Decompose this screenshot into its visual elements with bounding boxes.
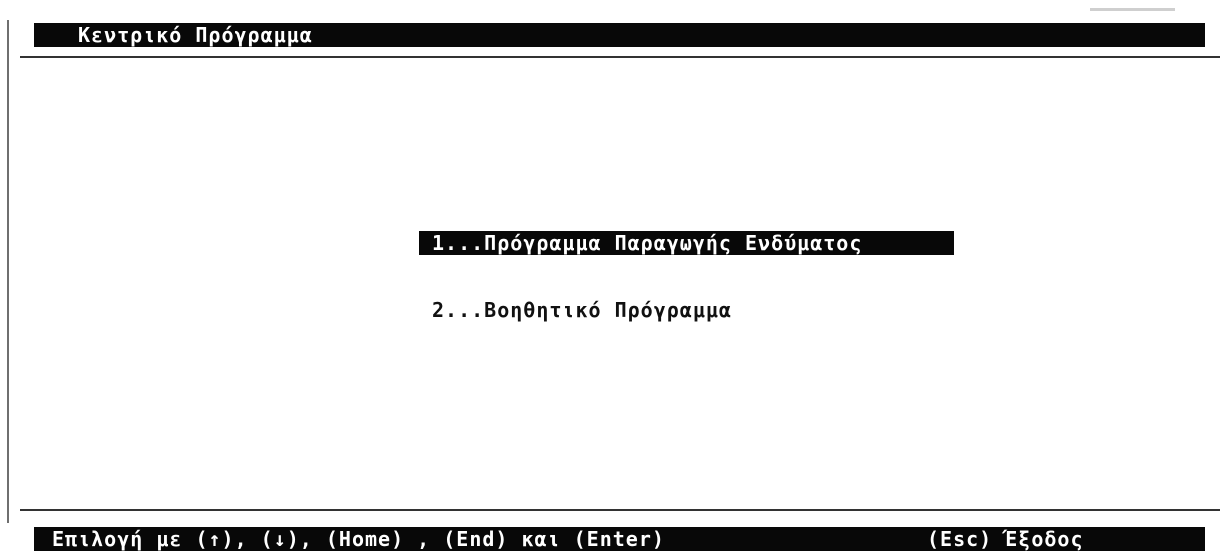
menu-item-label: 1...Πρόγραμμα Παραγωγής Ενδύματος	[432, 231, 863, 255]
scan-artifact-line	[1090, 8, 1175, 11]
dos-menu-screen: Κεντρικό Πρόγραμμα 1...Πρόγραμμα Παραγωγ…	[0, 0, 1223, 557]
window-title: Κεντρικό Πρόγραμμα	[78, 23, 313, 47]
navigation-help-text: Επιλογή με (↑), (↓), (Home) , (End) και …	[52, 527, 665, 551]
title-bar: Κεντρικό Πρόγραμμα	[34, 23, 1205, 47]
header-divider	[20, 56, 1220, 58]
footer-divider	[20, 509, 1220, 511]
menu-item-garment-production[interactable]: 1...Πρόγραμμα Παραγωγής Ενδύματος	[419, 231, 954, 255]
screen-left-border	[7, 20, 9, 523]
menu-item-auxiliary-program[interactable]: 2...Βοηθητικό Πρόγραμμα	[419, 298, 954, 322]
status-bar: Επιλογή με (↑), (↓), (Home) , (End) και …	[34, 527, 1205, 551]
exit-key-hint[interactable]: (Esc) Έξοδος	[927, 527, 1084, 551]
menu-item-label: 2...Βοηθητικό Πρόγραμμα	[432, 298, 732, 322]
